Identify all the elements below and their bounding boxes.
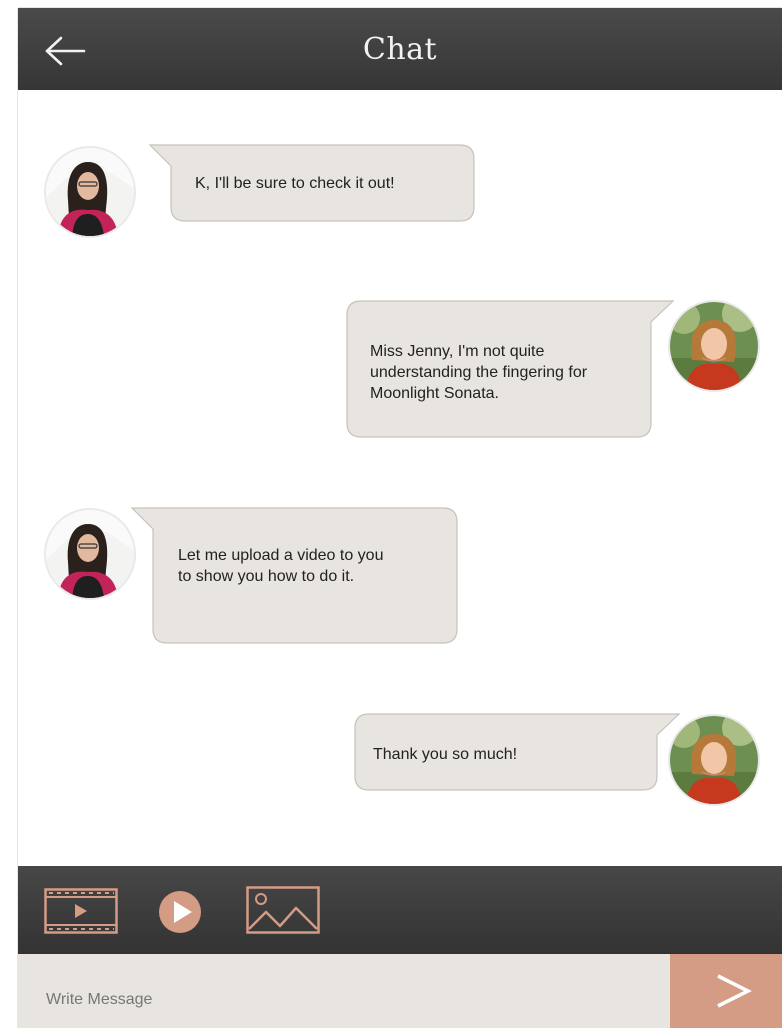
send-button[interactable] (670, 954, 782, 1028)
teacher-avatar (44, 146, 136, 238)
attachment-toolbar (18, 866, 782, 954)
attach-video-button[interactable] (44, 888, 118, 934)
message-line: Moonlight Sonata. (370, 385, 499, 402)
message-text: Let me upload a video to you to show you… (178, 545, 383, 587)
message-bubble: K, I'll be sure to check it out! (146, 144, 476, 224)
student-avatar (668, 300, 760, 392)
message-line: K, I'll be sure to check it out! (195, 175, 395, 192)
message-line: understanding the fingering for (370, 364, 588, 381)
message-bubble: Miss Jenny, I'm not quite understanding … (346, 300, 676, 440)
play-button[interactable] (158, 890, 202, 934)
message-line: Thank you so much! (373, 746, 518, 763)
message-bubble: Thank you so much! (354, 713, 684, 793)
composer-bar (18, 954, 782, 1028)
message-text: K, I'll be sure to check it out! (195, 173, 395, 194)
send-arrow-icon (717, 974, 752, 1008)
avatar-photo (670, 716, 758, 804)
message-line: to show you how to do it. (178, 568, 355, 585)
teacher-avatar (44, 508, 136, 600)
header-bar: Chat (18, 8, 782, 90)
message-line: Let me upload a video to you (178, 547, 384, 564)
avatar-photo (46, 510, 134, 598)
chat-screen: Chat K, I'll be sure to check it out! Mi… (18, 8, 782, 1028)
message-input[interactable] (18, 954, 668, 1028)
page-title: Chat (362, 32, 438, 67)
avatar-photo (46, 148, 134, 236)
attach-image-button[interactable] (246, 886, 320, 934)
message-text: Miss Jenny, I'm not quite understanding … (370, 341, 587, 404)
message-line: Miss Jenny, I'm not quite (370, 343, 545, 360)
student-avatar (668, 714, 760, 806)
play-icon (159, 891, 201, 933)
avatar-photo (670, 302, 758, 390)
video-film-icon (44, 888, 118, 934)
image-icon (246, 886, 320, 934)
message-text: Thank you so much! (373, 744, 517, 765)
message-bubble: Let me upload a video to you to show you… (130, 507, 460, 647)
